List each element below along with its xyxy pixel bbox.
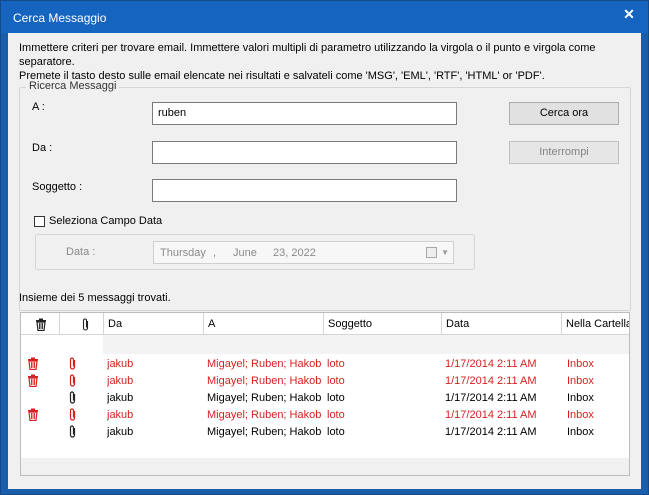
search-now-button[interactable]: Cerca ora [509,102,619,125]
from-input[interactable] [152,141,457,164]
instructions-line-1: Immettere criteri per trovare email. Imm… [19,42,596,68]
cell-date: 1/17/2014 2:11 AM [445,358,537,370]
column-header-folder[interactable]: Nella Cartella [561,313,629,335]
column-header-deleted[interactable] [21,313,59,335]
trash-icon [28,408,38,422]
instructions-text: Immettere criteri per trovare email. Imm… [19,41,634,83]
cell-folder: Inbox [567,392,594,404]
paperclip-icon [69,374,76,387]
attachment-indicator [69,374,77,390]
cell-folder: Inbox [567,358,594,370]
date-weekday: Thursday [160,247,206,259]
results-grid[interactable]: Da A Soggetto Data Nella Cartella jakub M… [20,312,630,476]
cell-subject: loto [327,375,345,387]
stop-button[interactable]: Interrompi [509,141,619,164]
cell-to: Migayel; Ruben; Hakob [207,358,322,370]
paperclip-icon [69,408,76,421]
subject-input[interactable] [152,179,457,202]
trash-icon [36,318,46,332]
dialog-window: Cerca Messaggio ✕ Immettere criteri per … [0,0,649,495]
date-label: Data : [66,246,96,258]
table-row[interactable]: jakub Migayel; Ruben; Hakob loto 1/17/2014 … [21,424,629,441]
column-header-from[interactable]: Da [103,313,203,335]
trash-icon [28,374,38,388]
table-row[interactable]: jakub Migayel; Ruben; Hakob loto 1/17/2014 … [21,373,629,390]
cell-date: 1/17/2014 2:11 AM [445,392,537,404]
paperclip-icon [69,357,76,370]
date-month: June [233,247,257,259]
cell-from: jakub [107,375,134,387]
deleted-indicator [27,408,39,424]
paperclip-icon [82,318,89,331]
search-groupbox: Ricerca Messaggi A : ruben Da : Soggetto… [19,80,631,311]
cell-folder: Inbox [567,375,594,387]
calendar-icon[interactable] [426,247,437,258]
cell-to: Migayel; Ruben; Hakob [207,409,322,421]
cell-from: jakub [107,409,134,421]
cell-to: Migayel; Ruben; Hakob [207,426,322,438]
paperclip-icon [69,425,76,438]
date-field-checkbox-label: Seleziona Campo Data [49,215,163,227]
date-field-checkbox-row[interactable]: Seleziona Campo Data [34,213,162,229]
grid-footer [21,458,629,475]
cell-subject: loto [327,426,345,438]
results-status: Insieme dei 5 messaggi trovati. [19,292,171,304]
table-row[interactable]: jakub Migayel; Ruben; Hakob loto 1/17/2014 … [21,356,629,373]
column-header-attachment[interactable] [59,313,103,335]
cell-from: jakub [107,392,134,404]
date-separator: , [213,247,217,259]
cell-date: 1/17/2014 2:11 AM [445,375,537,387]
paperclip-icon [69,391,76,404]
chevron-down-icon[interactable]: ▼ [441,248,449,257]
cell-subject: loto [327,409,345,421]
dialog-body: Immettere criteri per trovare email. Imm… [8,33,641,489]
date-field-checkbox[interactable] [34,215,45,227]
attachment-indicator [69,391,77,407]
column-header-subject[interactable]: Soggetto [323,313,441,335]
filter-row-icons [21,335,103,354]
cell-folder: Inbox [567,409,594,421]
to-label: A : [32,101,45,113]
grid-header: Da A Soggetto Data Nella Cartella [21,313,629,335]
cell-from: jakub [107,358,134,370]
close-button[interactable]: ✕ [618,5,640,23]
cell-subject: loto [327,392,345,404]
cell-date: 1/17/2014 2:11 AM [445,426,537,438]
filter-row [21,335,629,354]
table-row[interactable]: jakub Migayel; Ruben; Hakob loto 1/17/2014 … [21,407,629,424]
cell-from: jakub [107,426,134,438]
trash-icon [28,357,38,371]
date-subgroup: Data : Thursday , June 23, 2022 ▼ [35,234,475,270]
attachment-indicator [69,425,77,441]
search-group-legend: Ricerca Messaggi [26,80,120,92]
cell-folder: Inbox [567,426,594,438]
cell-to: Migayel; Ruben; Hakob [207,375,322,387]
attachment-indicator [69,408,77,424]
column-header-to[interactable]: A [203,313,323,335]
window-title: Cerca Messaggio [13,11,107,25]
deleted-indicator [27,374,39,390]
to-input[interactable]: ruben [152,102,457,125]
from-label: Da : [32,142,53,154]
date-picker[interactable]: Thursday , June 23, 2022 ▼ [153,241,454,264]
deleted-indicator [27,357,39,373]
attachment-indicator [69,357,77,373]
cell-date: 1/17/2014 2:11 AM [445,409,537,421]
title-bar: Cerca Messaggio ✕ [1,1,648,33]
cell-to: Migayel; Ruben; Hakob [207,392,322,404]
date-day-year: 23, 2022 [273,247,316,259]
column-header-date[interactable]: Data [441,313,561,335]
table-row[interactable]: jakub Migayel; Ruben; Hakob loto 1/17/2014 … [21,390,629,407]
subject-label: Soggetto : [32,181,83,193]
cell-subject: loto [327,358,345,370]
